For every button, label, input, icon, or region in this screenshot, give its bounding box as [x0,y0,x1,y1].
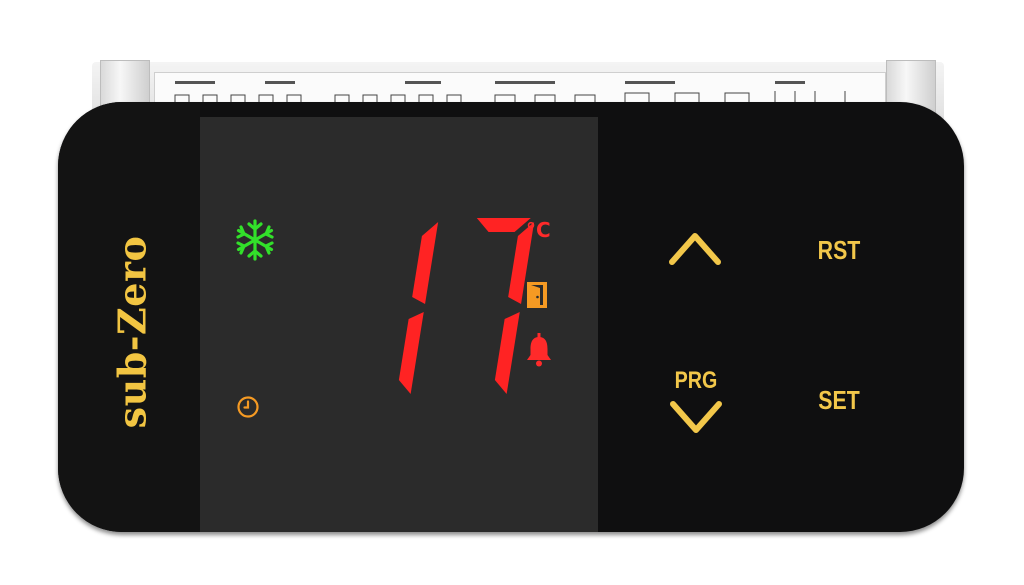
brand-logo: sub-Zero [98,222,166,442]
prg-down-button[interactable]: PRG [654,364,738,444]
digit-1-segment-b [412,222,439,304]
front-panel: sub-Zero °C RST PRG SET [58,102,964,532]
digit-2-segment-c [494,312,520,394]
clock-icon [236,395,260,419]
chevron-down-icon [670,401,722,433]
digit-2-segment-a [476,218,531,232]
set-button[interactable]: SET [802,380,876,420]
temperature-readout [398,218,535,394]
door-icon [526,280,548,310]
bell-icon [526,333,552,367]
thermostat-controller: sub-Zero °C RST PRG SET [0,0,1024,585]
prg-label: PRG [674,367,718,394]
unit-label: °C [526,218,551,242]
chevron-up-icon [669,233,721,265]
snowflake-icon [233,218,277,262]
up-button[interactable] [662,224,728,270]
rst-button[interactable]: RST [802,230,876,270]
brand-name: sub-Zero [109,235,155,429]
digit-1-segment-c [398,312,424,394]
brand-strip: sub-Zero [58,102,200,532]
